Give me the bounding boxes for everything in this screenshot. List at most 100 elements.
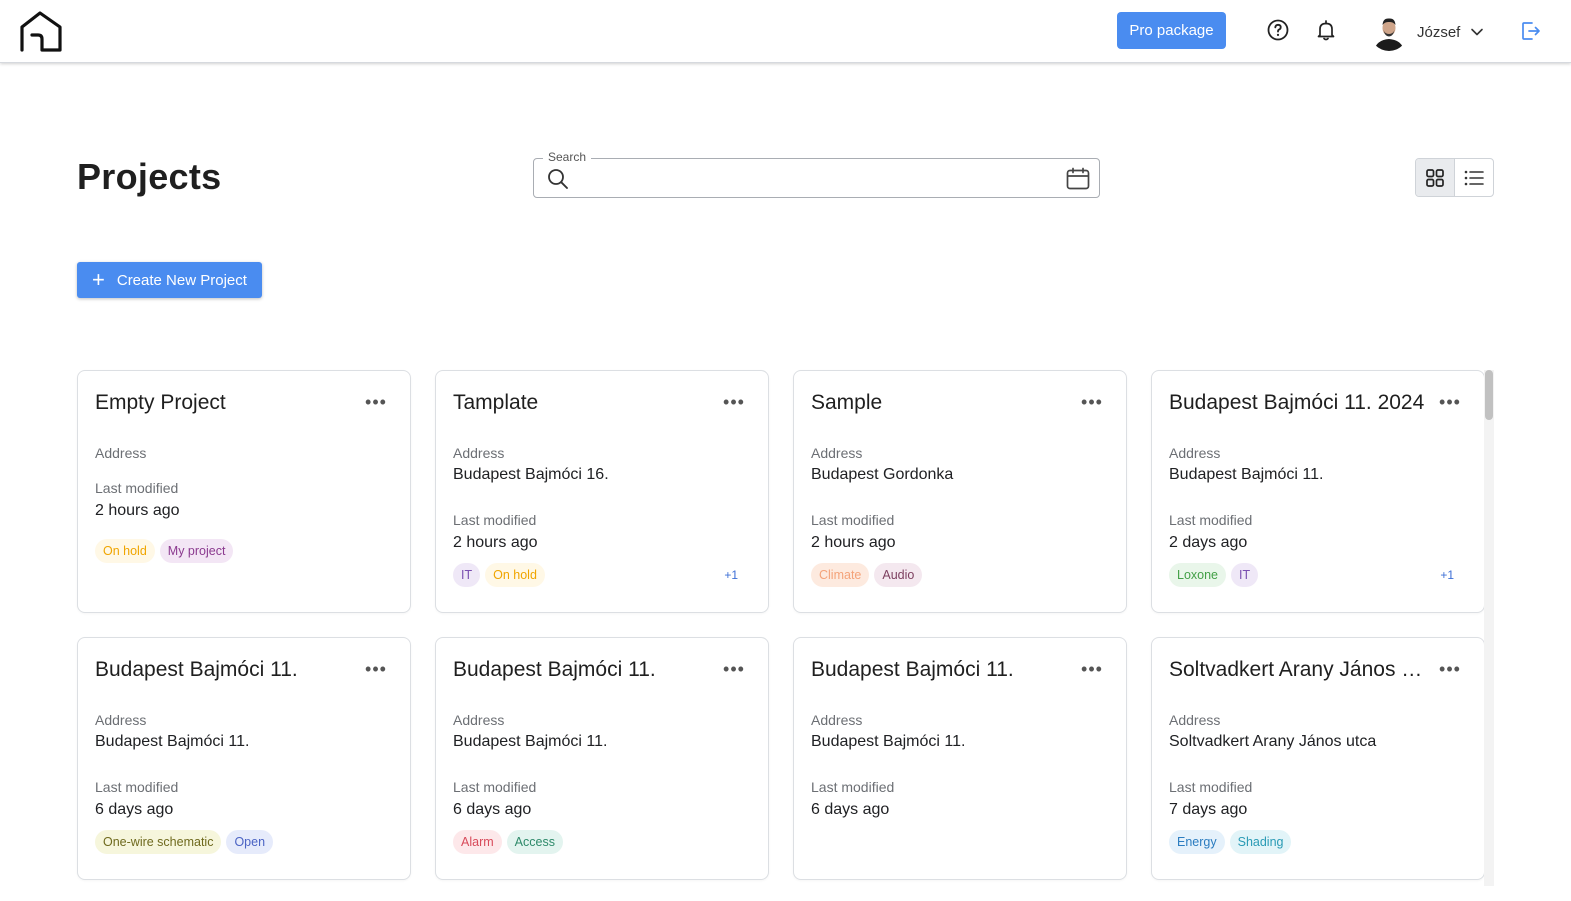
tag-list: One-wire schematic Open (95, 830, 274, 854)
plus-icon: + (92, 267, 105, 292)
last-modified-value: 2 hours ago (95, 502, 180, 519)
tag-chip[interactable]: IT (1231, 563, 1259, 587)
address-value: Budapest Bajmóci 11. (95, 733, 250, 750)
tag-chip[interactable]: Open (226, 830, 274, 854)
more-options-icon[interactable]: ••• (1439, 393, 1461, 417)
tag-list: Climate Audio (811, 563, 923, 587)
project-card[interactable]: Budapest Bajmóci 11. ••• Address Budapest B… (435, 637, 769, 880)
project-card[interactable]: Soltvadkert Arany János utca ••• Address So… (1151, 637, 1485, 880)
last-modified-label: Last modified (453, 779, 537, 795)
tag-chip[interactable]: Access (506, 830, 563, 854)
tag-list: IT On hold (453, 563, 545, 587)
calendar-icon[interactable] (1065, 166, 1091, 192)
more-options-icon[interactable]: ••• (365, 660, 387, 684)
tag-chip[interactable]: Audio (874, 563, 923, 587)
last-modified-label: Last modified (95, 779, 179, 795)
help-icon[interactable] (1265, 17, 1291, 43)
tag-list: Alarm Access (453, 830, 563, 854)
scrollbar-track[interactable] (1484, 370, 1494, 886)
tag-chip[interactable]: IT (453, 563, 481, 587)
page-title: Projects (77, 156, 222, 197)
user-name: József (1417, 23, 1461, 41)
chevron-down-icon (1471, 28, 1484, 36)
tag-chip[interactable]: Loxone (1169, 563, 1227, 587)
list-view-button[interactable] (1455, 159, 1494, 196)
tag-chip[interactable]: Shading (1229, 830, 1292, 854)
project-title: Empty Project (95, 391, 226, 414)
tag-chip[interactable]: My project (159, 539, 234, 563)
last-modified-value: 2 days ago (1169, 534, 1248, 551)
last-modified-label: Last modified (811, 779, 895, 795)
tag-list: On hold My project (95, 539, 234, 563)
address-label: Address (1169, 445, 1221, 461)
address-label: Address (453, 445, 505, 461)
scrollbar-thumb[interactable] (1485, 370, 1493, 420)
address-value: Budapest Bajmóci 11. (811, 733, 966, 750)
create-project-label: Create New Project (116, 271, 247, 289)
search-input[interactable] (578, 165, 1058, 191)
tag-list: Loxone IT (1169, 563, 1259, 587)
address-label: Address (1169, 712, 1221, 728)
more-options-icon[interactable]: ••• (723, 393, 745, 417)
logout-icon[interactable] (1519, 19, 1543, 43)
more-tags-count[interactable]: +1 (1440, 568, 1454, 582)
address-value: Budapest Gordonka (811, 466, 954, 483)
project-card[interactable]: Budapest Bajmóci 11. 2024 ••• Address Budap… (1151, 370, 1485, 613)
project-card[interactable]: Budapest Bajmóci 11. ••• Address Budapest B… (793, 637, 1127, 880)
tag-list: Energy Shading (1169, 830, 1292, 854)
more-tags-count[interactable]: +1 (724, 568, 738, 582)
tag-chip[interactable]: Alarm (453, 830, 502, 854)
project-title: Budapest Bajmóci 11. 2024 (1169, 391, 1425, 414)
address-label: Address (811, 712, 863, 728)
more-options-icon[interactable]: ••• (365, 393, 387, 417)
project-title: Sample (811, 391, 883, 414)
project-card[interactable]: Sample ••• Address Budapest Gordonka Last mo… (793, 370, 1127, 613)
tag-chip[interactable]: One-wire schematic (95, 830, 222, 854)
list-icon (1464, 170, 1484, 185)
last-modified-value: 7 days ago (1169, 801, 1248, 818)
address-value: Budapest Bajmóci 16. (453, 466, 609, 483)
last-modified-value: 6 days ago (453, 801, 532, 818)
last-modified-label: Last modified (1169, 512, 1253, 528)
bell-icon[interactable] (1313, 17, 1339, 43)
address-value: Budapest Bajmóci 11. (453, 733, 608, 750)
project-title: Budapest Bajmóci 11. (811, 658, 1014, 681)
project-card[interactable]: Budapest Bajmóci 11. ••• Address Budapest B… (77, 637, 411, 880)
last-modified-label: Last modified (453, 512, 537, 528)
home-logo-icon[interactable] (18, 9, 64, 53)
project-card[interactable]: Tamplate ••• Address Budapest Bajmóci 16. La… (435, 370, 769, 613)
project-title: Tamplate (453, 391, 539, 414)
project-title: Budapest Bajmóci 11. (453, 658, 656, 681)
top-bar: Pro package József (0, 0, 1571, 63)
user-menu[interactable]: József (1370, 12, 1484, 52)
last-modified-label: Last modified (95, 480, 179, 496)
search-field[interactable]: Search (533, 150, 1100, 198)
tag-chip[interactable]: Climate (811, 563, 870, 587)
more-options-icon[interactable]: ••• (1439, 660, 1461, 684)
last-modified-label: Last modified (1169, 779, 1253, 795)
more-options-icon[interactable]: ••• (723, 660, 745, 684)
address-label: Address (95, 712, 147, 728)
more-options-icon[interactable]: ••• (1081, 393, 1103, 417)
project-title: Budapest Bajmóci 11. (95, 658, 298, 681)
address-label: Address (95, 445, 147, 461)
tag-chip[interactable]: On hold (485, 563, 545, 587)
last-modified-value: 2 hours ago (453, 534, 538, 551)
address-value: Budapest Bajmóci 11. (1169, 466, 1324, 483)
project-card[interactable]: Empty Project ••• Address Last modified 2 ho… (77, 370, 411, 613)
create-project-button[interactable]: + Create New Project (77, 262, 262, 298)
address-label: Address (811, 445, 863, 461)
pro-package-button[interactable]: Pro package (1117, 12, 1226, 49)
project-title: Soltvadkert Arany János utca (1169, 658, 1431, 681)
view-toggle (1415, 158, 1494, 197)
grid-icon (1425, 168, 1444, 187)
last-modified-label: Last modified (811, 512, 895, 528)
more-options-icon[interactable]: ••• (1081, 660, 1103, 684)
search-icon (548, 169, 568, 189)
tag-chip[interactable]: On hold (95, 539, 155, 563)
search-label: Search (543, 150, 592, 164)
grid-view-button[interactable] (1416, 159, 1455, 196)
last-modified-value: 2 hours ago (811, 534, 896, 551)
last-modified-value: 6 days ago (95, 801, 174, 818)
tag-chip[interactable]: Energy (1169, 830, 1225, 854)
